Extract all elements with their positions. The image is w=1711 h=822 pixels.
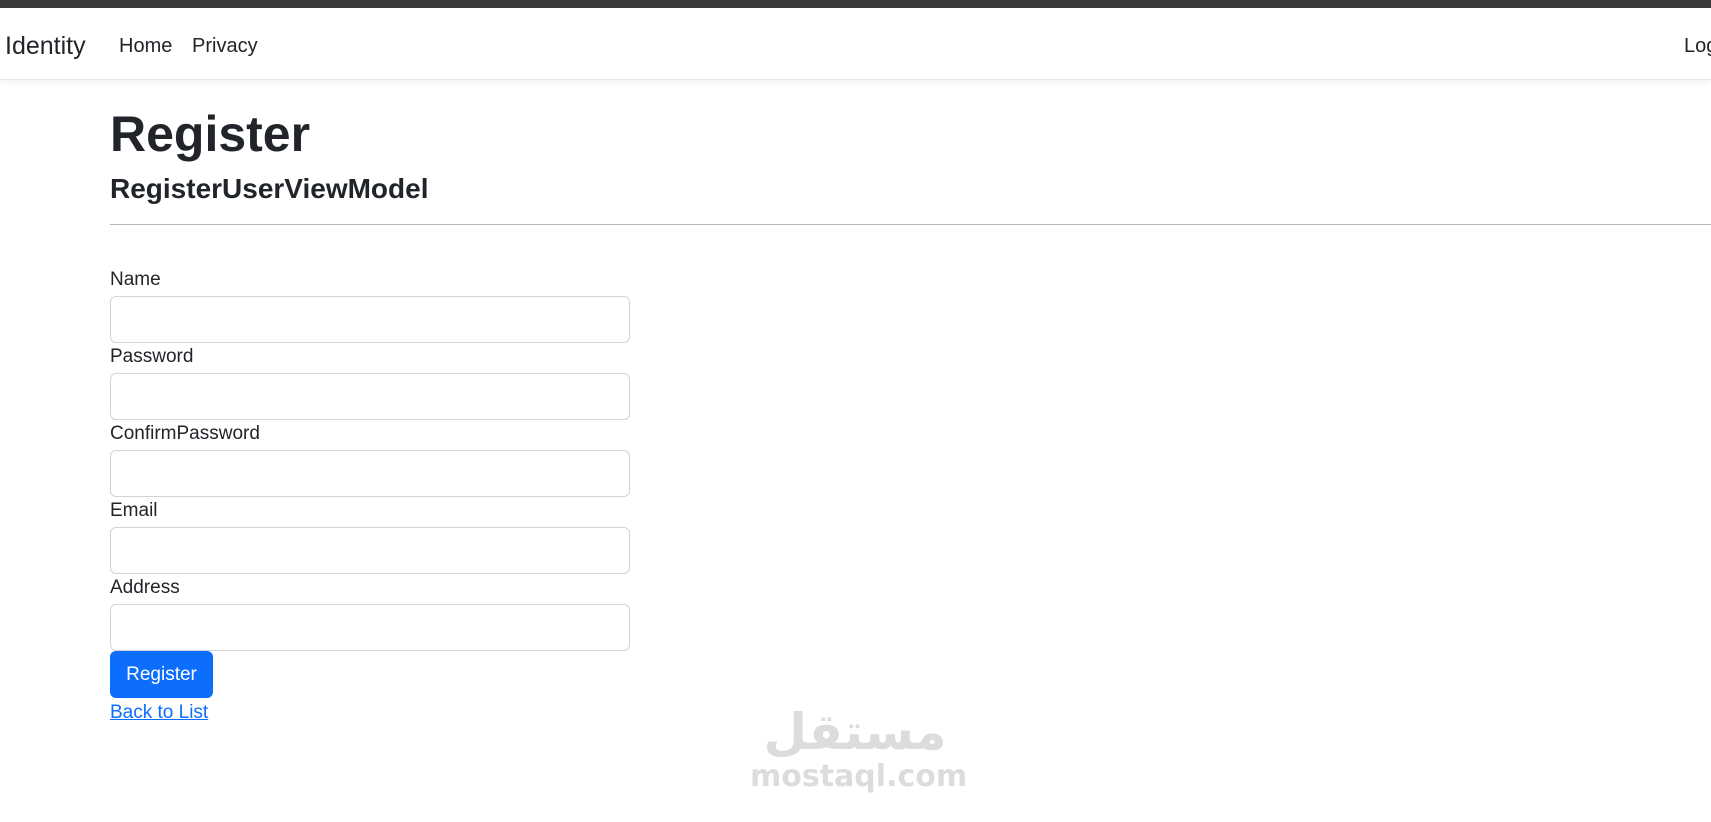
email-label: Email <box>110 500 158 521</box>
confirm-password-input[interactable] <box>110 450 630 497</box>
address-input[interactable] <box>110 604 630 651</box>
navbar: Identity Home Privacy Log <box>0 8 1711 80</box>
password-label: Password <box>110 346 194 367</box>
mostaql-watermark: مستقل mostaql.com <box>750 703 968 794</box>
page-title: Register <box>110 106 311 162</box>
nav-link-login[interactable]: Log <box>1684 34 1711 58</box>
watermark-latin: mostaql.com <box>750 759 968 794</box>
page-subtitle: RegisterUserViewModel <box>110 173 429 204</box>
back-to-list-link[interactable]: Back to List <box>110 702 208 725</box>
email-input[interactable] <box>110 527 630 574</box>
name-input[interactable] <box>110 296 630 343</box>
register-button[interactable]: Register <box>110 651 213 698</box>
browser-top-strip <box>0 0 1711 8</box>
nav-link-home[interactable]: Home <box>119 34 172 58</box>
nav-link-privacy[interactable]: Privacy <box>192 34 258 58</box>
confirm-password-label: ConfirmPassword <box>110 423 260 444</box>
password-input[interactable] <box>110 373 630 420</box>
address-label: Address <box>110 577 180 598</box>
divider <box>110 224 1711 225</box>
watermark-arabic: مستقل <box>763 703 947 761</box>
navbar-brand[interactable]: Identity <box>5 31 86 61</box>
name-label: Name <box>110 269 161 290</box>
